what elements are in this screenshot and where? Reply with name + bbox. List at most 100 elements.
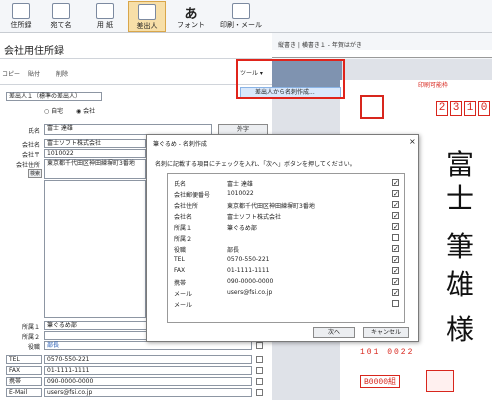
row-checkbox[interactable]	[392, 201, 399, 209]
company-zip-field[interactable]: 1010022	[44, 149, 146, 158]
ribbon-sender-button[interactable]: 差出人	[128, 1, 166, 32]
postal-digit: 1	[464, 101, 476, 116]
row-checkbox[interactable]	[392, 256, 399, 264]
row-key: 会社住所	[174, 203, 199, 210]
tel-checkbox[interactable]	[256, 356, 263, 363]
vertical-name-char: 筆	[446, 230, 475, 263]
row-value: 1010022	[227, 190, 254, 197]
tel-field[interactable]: 0570-550-221	[44, 355, 252, 364]
cancel-button[interactable]: キャンセル	[363, 327, 409, 338]
list-item[interactable]: 氏名 富士 達雄	[168, 178, 399, 189]
ribbon-address-book-button[interactable]: 住所録	[2, 1, 40, 32]
list-item[interactable]: 役職 部長	[168, 244, 399, 255]
copy-button[interactable]: コピー	[2, 69, 20, 83]
row-key: 会社名	[174, 214, 193, 221]
paste-button[interactable]: 貼付	[28, 69, 40, 83]
dept1-label: 所属１	[21, 324, 40, 331]
row-checkbox[interactable]	[392, 212, 399, 220]
row-checkbox[interactable]	[392, 179, 399, 187]
company-name-label: 会社名	[21, 142, 40, 149]
list-item[interactable]: 所属１ 筆ぐるめ部	[168, 222, 399, 233]
ribbon-print-mail-button[interactable]: 印刷・メール	[214, 1, 268, 32]
layout-tabs[interactable]: 縦書き | 横書き１ - 年賀はがき	[278, 40, 362, 49]
row-value: 富士 達雄	[227, 181, 253, 188]
ribbon-paper-button[interactable]: 用 紙	[86, 1, 124, 32]
ribbon: 住所録 宛て名 用 紙 差出人 あフォント 印刷・メール	[0, 0, 492, 33]
page-title: 会社用住所録	[4, 46, 64, 57]
company-name-field[interactable]: 富士ソフト株式会社	[44, 139, 146, 148]
postal-digit: 2	[436, 101, 448, 116]
row-checkbox[interactable]	[392, 245, 399, 253]
contact-type-select-mobile[interactable]: 携帯	[6, 377, 42, 386]
delete-button[interactable]: 削除	[56, 69, 68, 83]
ribbon-recipient-button[interactable]: 宛て名	[42, 1, 80, 32]
field-list: 氏名 富士 達雄 会社郵便番号 1010022 会社住所 東京都千代田区神田練塀町3番…	[167, 173, 405, 323]
ribbon-label: 用 紙	[96, 21, 114, 29]
row-checkbox[interactable]	[392, 190, 399, 198]
row-value: 090-0000-0000	[227, 278, 274, 285]
list-item[interactable]: 会社名 富士ソフト株式会社	[168, 211, 399, 222]
contact-type-select-email[interactable]: E-Mail	[6, 388, 42, 397]
lottery-stamp-icon	[426, 370, 454, 392]
radio-home-label: 自宅	[51, 108, 64, 115]
row-value: 01-1111-1111	[227, 267, 270, 274]
close-icon[interactable]: ×	[409, 137, 416, 146]
position-field[interactable]: 部長	[44, 341, 252, 350]
list-item[interactable]: 会社郵便番号 1010022	[168, 189, 399, 200]
radio-home[interactable]: ○ 自宅	[44, 106, 63, 115]
recipient-icon	[52, 3, 70, 19]
sender-icon	[138, 4, 156, 20]
list-item[interactable]: TEL 0570-550-221	[168, 255, 399, 266]
company-address-extra-field[interactable]	[44, 180, 146, 318]
ribbon-label: 宛て名	[50, 21, 72, 29]
fax-checkbox[interactable]	[256, 367, 263, 374]
list-item[interactable]: 会社住所 東京都千代田区神田練塀町3番地	[168, 200, 399, 211]
cancel-label: キャンセル	[370, 329, 401, 336]
position-label: 役職	[27, 344, 40, 351]
postal-digit: 3	[450, 101, 462, 116]
tool-dropdown-highlight	[236, 59, 345, 99]
mobile-checkbox[interactable]	[256, 378, 263, 385]
row-checkbox[interactable]	[392, 289, 399, 297]
row-value: 筆ぐるめ部	[227, 225, 257, 232]
postal-digit: 0	[478, 101, 490, 116]
row-checkbox[interactable]	[392, 278, 399, 286]
lottery-number: B0000組	[360, 375, 401, 388]
position-checkbox[interactable]	[256, 342, 263, 349]
list-item[interactable]: 所属２	[168, 233, 399, 244]
font-icon: あ	[184, 7, 198, 22]
row-value: users@fsi.co.jp	[227, 289, 273, 296]
sender-select[interactable]: 差出人１（標準の差出人）	[6, 92, 102, 101]
company-address-field[interactable]: 東京都千代田区神田練塀町3番地	[44, 159, 146, 179]
list-item[interactable]: 携帯 090-0000-0000	[168, 277, 399, 288]
list-item[interactable]: メール users@fsi.co.jp	[168, 288, 399, 299]
company-zip-label: 会社〒	[21, 152, 40, 159]
row-checkbox[interactable]	[392, 300, 399, 307]
postage-stamp-icon	[360, 95, 384, 119]
email-field[interactable]: users@fsi.co.jp	[44, 388, 252, 397]
row-checkbox[interactable]	[392, 234, 399, 241]
gaiji-label: 外字	[236, 126, 249, 133]
fax-field[interactable]: 01-1111-1111	[44, 366, 252, 375]
paper-icon	[96, 3, 114, 19]
row-key: 所属２	[174, 236, 193, 243]
next-label: 次へ	[327, 329, 340, 336]
row-key: メール	[174, 291, 193, 298]
search-button[interactable]: 検索	[28, 169, 42, 178]
mobile-field[interactable]: 090-0000-0000	[44, 377, 252, 386]
list-item[interactable]: FAX 01-1111-1111	[168, 266, 399, 277]
row-checkbox[interactable]	[392, 267, 399, 275]
row-key: メール	[174, 302, 193, 309]
ribbon-font-button[interactable]: あフォント	[172, 1, 210, 32]
row-key: 所属１	[174, 225, 193, 232]
radio-company[interactable]: ◉ 会社	[76, 106, 95, 115]
email-checkbox[interactable]	[256, 389, 263, 396]
contact-type-select-tel[interactable]: TEL	[6, 355, 42, 364]
contact-type-select-fax[interactable]: FAX	[6, 366, 42, 375]
row-checkbox[interactable]	[392, 223, 399, 231]
list-item[interactable]: メール	[168, 299, 399, 310]
dialog-title: 筆ぐるめ - 名刺作成	[153, 141, 207, 148]
row-key: 会社郵便番号	[174, 192, 211, 199]
next-button[interactable]: 次へ	[313, 327, 355, 338]
divider	[0, 84, 272, 85]
